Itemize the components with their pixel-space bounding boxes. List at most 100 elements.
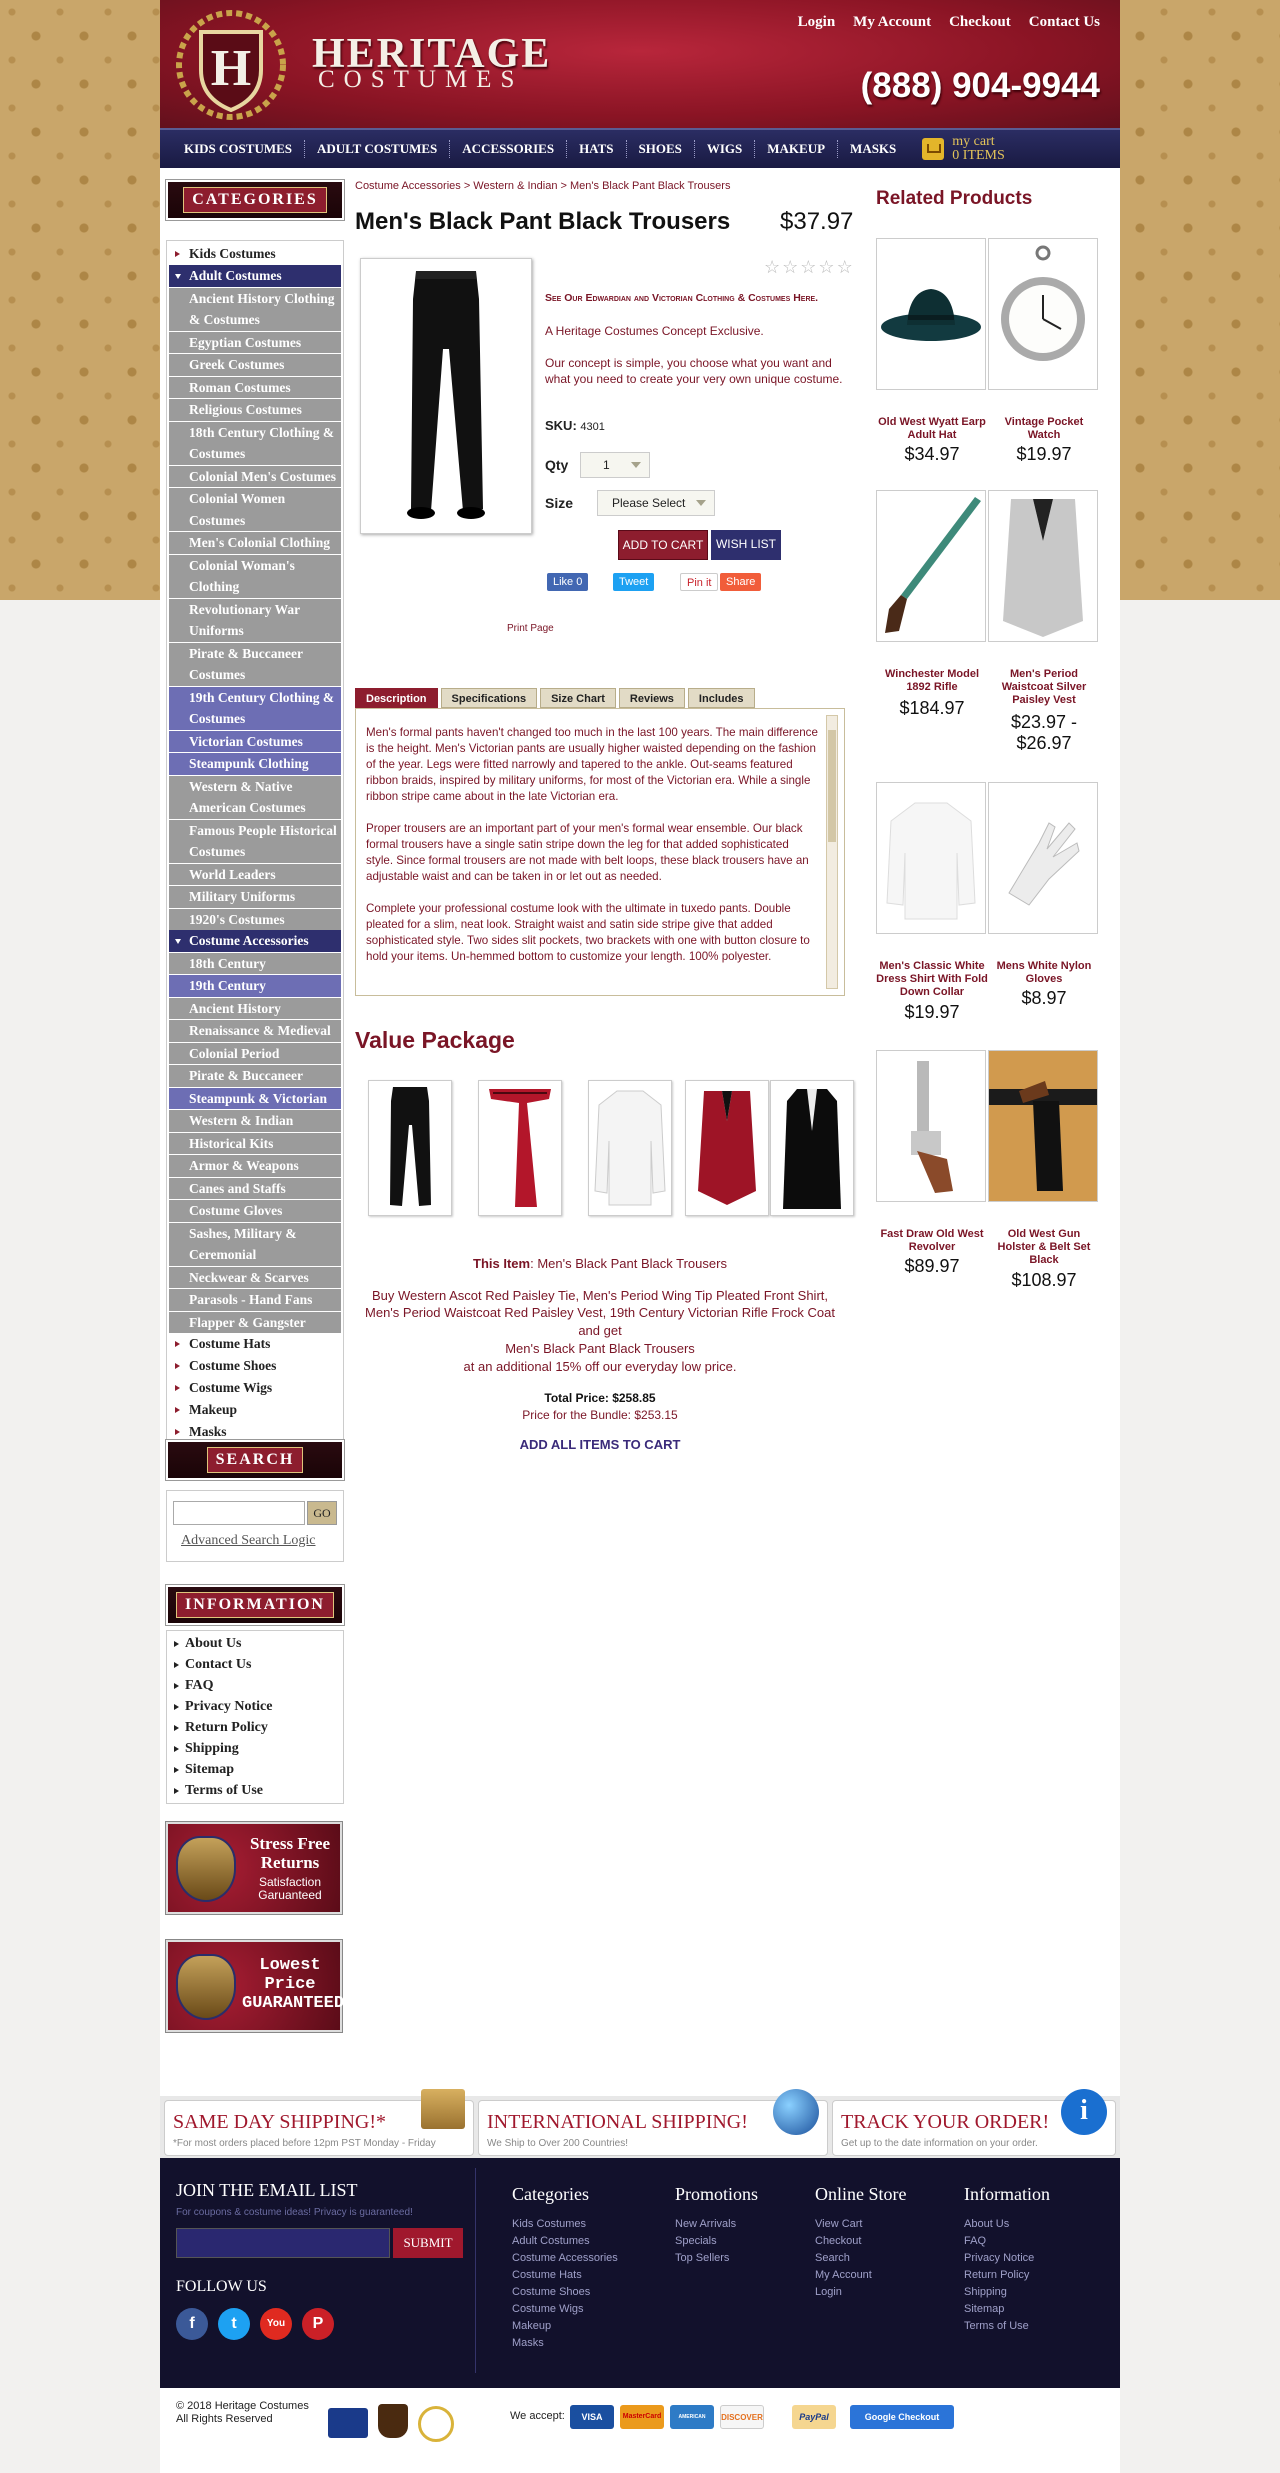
cat-sub-item[interactable]: Costume Gloves xyxy=(169,1199,341,1222)
nav-masks[interactable]: MASKS xyxy=(838,140,908,158)
vp-item-red-tie[interactable] xyxy=(478,1080,562,1216)
cat-sub-item[interactable]: Egyptian Costumes xyxy=(169,330,341,354)
cat-sub-item[interactable]: Greek Costumes xyxy=(169,353,341,376)
info-terms[interactable]: Terms of Use xyxy=(167,1780,343,1801)
login-link[interactable]: Login xyxy=(798,14,836,31)
cat-sub-item[interactable]: Military Uniforms xyxy=(169,885,341,908)
cat-item[interactable]: Costume Hats xyxy=(169,1333,341,1355)
cat-sub-item[interactable]: Colonial Period xyxy=(169,1041,341,1065)
related-item-name[interactable]: Mens White Nylon Gloves xyxy=(988,960,1100,986)
tab-size-chart[interactable]: Size Chart xyxy=(540,688,616,708)
cat-sub-item[interactable]: Men's Colonial Clothing xyxy=(169,531,341,554)
related-shirt-image[interactable] xyxy=(876,782,986,934)
email-input[interactable] xyxy=(176,2228,390,2258)
cat-sub-item[interactable]: Roman Costumes xyxy=(169,375,341,399)
rating-stars[interactable]: ☆ ☆ ☆ ☆ ☆ xyxy=(764,258,853,276)
related-holster-image[interactable] xyxy=(988,1050,1098,1202)
footer-link[interactable]: Adult Costumes xyxy=(512,2233,618,2250)
footer-link[interactable]: FAQ xyxy=(964,2233,1034,2250)
footer-link[interactable]: Masks xyxy=(512,2335,618,2352)
footer-link[interactable]: Return Policy xyxy=(964,2267,1034,2284)
cat-sub-item[interactable]: Neckwear & Scarves xyxy=(169,1265,341,1289)
related-revolver-image[interactable] xyxy=(876,1050,986,1202)
related-item-name[interactable]: Vintage Pocket Watch xyxy=(988,416,1100,442)
google-checkout-button[interactable]: Google Checkout xyxy=(850,2405,954,2429)
footer-link[interactable]: About Us xyxy=(964,2216,1034,2233)
tweet-button[interactable]: Tweet xyxy=(613,573,655,591)
search-input[interactable] xyxy=(173,1501,305,1525)
footer-link[interactable]: View Cart xyxy=(815,2216,872,2233)
edwardian-link[interactable]: See Our Edwardian and Victorian Clothing… xyxy=(545,290,818,306)
cat-sub-item[interactable]: 19th Century xyxy=(169,974,341,997)
cat-sub-item[interactable]: 1920's Costumes xyxy=(169,907,341,931)
footer-link[interactable]: Makeup xyxy=(512,2318,618,2335)
stress-free-returns-banner[interactable]: Stress Free Returns Satisfaction Garuant… xyxy=(165,1821,343,1915)
footer-link[interactable]: Costume Shoes xyxy=(512,2284,618,2301)
cat-sub-item[interactable]: Colonial Woman's Clothing xyxy=(169,553,341,598)
cat-sub-item[interactable]: Victorian Costumes xyxy=(169,729,341,753)
size-select[interactable]: Please Select xyxy=(597,490,715,516)
facebook-icon[interactable]: f xyxy=(176,2308,208,2340)
footer-link[interactable]: Terms of Use xyxy=(964,2318,1034,2335)
cat-sub-item[interactable]: Pirate & Buccaneer xyxy=(169,1064,341,1087)
footer-link[interactable]: Sitemap xyxy=(964,2301,1034,2318)
nav-adult[interactable]: ADULT COSTUMES xyxy=(305,140,451,158)
cat-sub-item[interactable]: Sashes, Military & Ceremonial xyxy=(169,1221,341,1266)
description-scrollbar[interactable] xyxy=(826,715,838,989)
info-privacy[interactable]: Privacy Notice xyxy=(167,1696,343,1717)
share-button[interactable]: Share xyxy=(720,573,762,591)
print-page-link[interactable]: Print Page xyxy=(507,623,554,634)
qty-select[interactable]: 1 xyxy=(580,452,650,478)
footer-link[interactable]: Shipping xyxy=(964,2284,1034,2301)
cat-sub-item[interactable]: Flapper & Gangster xyxy=(169,1310,341,1334)
footer-link[interactable]: Specials xyxy=(675,2233,736,2250)
cat-sub-item[interactable]: World Leaders xyxy=(169,862,341,886)
cat-sub-item[interactable]: Religious Costumes xyxy=(169,398,341,421)
international-shipping[interactable]: INTERNATIONAL SHIPPING! We Ship to Over … xyxy=(478,2089,828,2156)
info-return[interactable]: Return Policy xyxy=(167,1717,343,1738)
footer-link[interactable]: Login xyxy=(815,2284,872,2301)
mini-cart[interactable]: my cart 0 ITEMS xyxy=(922,135,1005,163)
related-item-name[interactable]: Old West Gun Holster & Belt Set Black xyxy=(988,1228,1100,1267)
track-order[interactable]: TRACK YOUR ORDER! Get up to the date inf… xyxy=(832,2089,1116,2156)
cat-sub-item[interactable]: Famous People Historical Costumes xyxy=(169,818,341,863)
footer-link[interactable]: New Arrivals xyxy=(675,2216,736,2233)
tab-reviews[interactable]: Reviews xyxy=(618,688,685,708)
advanced-search-link[interactable]: Advanced Search Logic xyxy=(181,1533,316,1549)
vp-item-trousers[interactable] xyxy=(368,1080,452,1216)
tab-includes[interactable]: Includes xyxy=(687,688,755,708)
cat-sub-item[interactable]: Canes and Staffs xyxy=(169,1176,341,1200)
my-account-link[interactable]: My Account xyxy=(853,14,931,31)
cat-sub-item[interactable]: Historical Kits xyxy=(169,1131,341,1155)
add-all-to-cart-button[interactable]: ADD ALL ITEMS TO CART xyxy=(355,1437,845,1452)
email-submit-button[interactable]: SUBMIT xyxy=(393,2228,463,2258)
cat-sub-item[interactable]: 18th Century xyxy=(169,951,341,975)
related-watch-image[interactable] xyxy=(988,238,1098,390)
lowest-price-banner[interactable]: Lowest Price GUARANTEED xyxy=(165,1939,344,2033)
footer-link[interactable]: Checkout xyxy=(815,2233,872,2250)
vp-item-frock-coat[interactable] xyxy=(770,1080,854,1216)
nav-makeup[interactable]: MAKEUP xyxy=(755,140,839,158)
info-sitemap[interactable]: Sitemap xyxy=(167,1759,343,1780)
info-faq[interactable]: FAQ xyxy=(167,1675,343,1696)
cat-accessories[interactable]: Costume Accessories xyxy=(169,930,341,952)
related-hat-image[interactable] xyxy=(876,238,986,390)
nav-accessories[interactable]: ACCESSORIES xyxy=(450,140,568,158)
tab-specifications[interactable]: Specifications xyxy=(440,688,538,708)
nav-kids[interactable]: KIDS COSTUMES xyxy=(172,140,305,158)
cat-sub-item[interactable]: Steampunk & Victorian xyxy=(169,1086,341,1110)
youtube-icon[interactable]: You xyxy=(260,2308,292,2340)
vp-item-red-vest[interactable] xyxy=(685,1080,769,1216)
cat-sub-item[interactable]: Steampunk Clothing xyxy=(169,752,341,775)
footer-link[interactable]: Costume Accessories xyxy=(512,2250,618,2267)
cat-sub-item[interactable]: Colonial Women Costumes xyxy=(169,487,341,532)
cat-item[interactable]: Costume Wigs xyxy=(169,1377,341,1399)
logo-crest-icon[interactable]: H xyxy=(176,10,286,120)
info-contact[interactable]: Contact Us xyxy=(167,1654,343,1675)
search-go-button[interactable]: GO xyxy=(307,1501,337,1525)
related-rifle-image[interactable] xyxy=(876,490,986,642)
footer-link[interactable]: Search xyxy=(815,2250,872,2267)
footer-link[interactable]: Privacy Notice xyxy=(964,2250,1034,2267)
cat-sub-item[interactable]: Ancient History Clothing & Costumes xyxy=(169,286,341,331)
checkout-link[interactable]: Checkout xyxy=(949,14,1011,31)
